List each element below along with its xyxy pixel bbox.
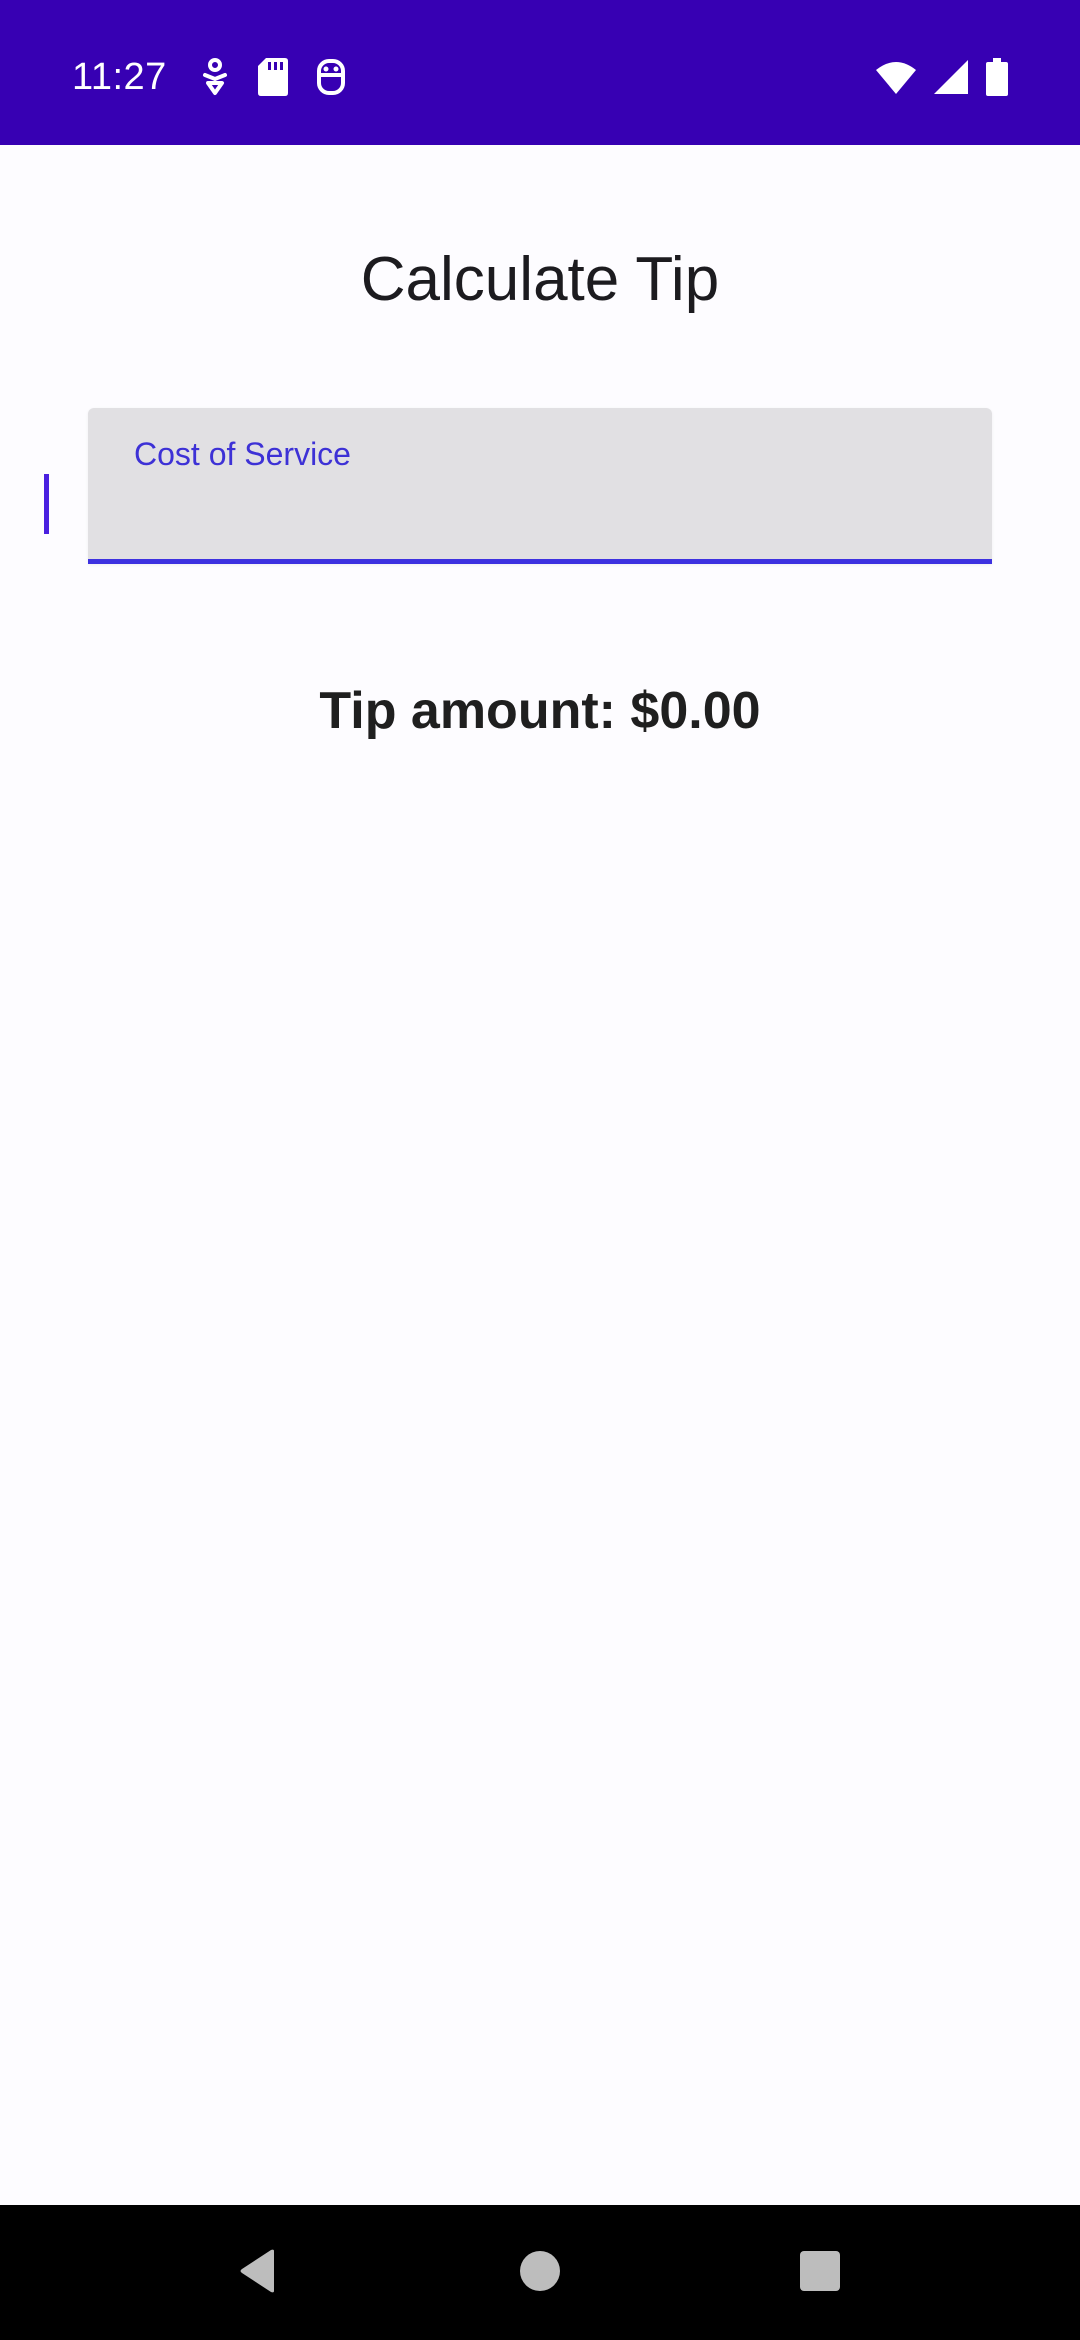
tip-amount-text: Tip amount: $0.00 [319,682,761,740]
status-right-icons [876,55,1008,99]
text-cursor [44,474,49,534]
nav-home-button[interactable] [510,2243,570,2303]
sd-card-icon [258,58,288,96]
wifi-icon [876,60,916,94]
cost-of-service-field[interactable]: Cost of Service [88,408,992,564]
robot-icon [316,57,346,97]
recents-square-icon [799,2250,841,2297]
page-title: Calculate Tip [360,245,720,314]
cell-signal-icon [934,60,968,94]
cost-of-service-input[interactable] [132,476,952,542]
navigation-bar [0,2205,1080,2340]
status-time: 11:27 [72,56,167,98]
battery-icon [986,58,1008,96]
screen: 11:27 Calculate Tip Cost of Service Tip … [0,0,1080,2340]
cost-of-service-label: Cost of Service [134,436,351,472]
nav-recents-button[interactable] [790,2243,850,2303]
status-bar: 11:27 [0,0,1080,145]
nav-back-button[interactable] [228,2243,288,2303]
back-triangle-icon [238,2249,278,2298]
accessibility-icon [200,57,230,97]
home-circle-icon [519,2250,561,2297]
status-left-icons [200,55,346,99]
